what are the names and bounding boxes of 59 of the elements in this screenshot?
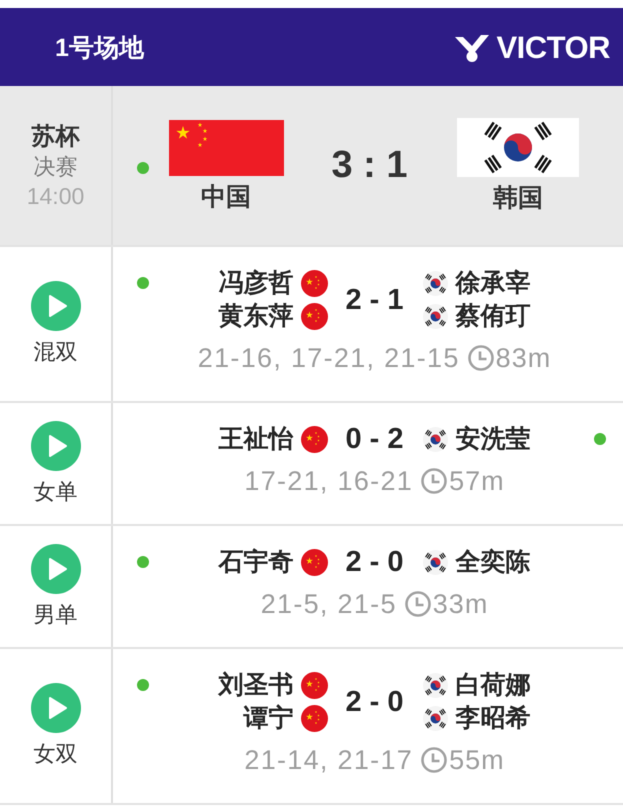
event-label: 男单: [34, 600, 78, 628]
event-label: 混双: [34, 338, 78, 366]
game-scores: 17-21, 16-21: [244, 466, 414, 496]
player-name: 黄东萍: [218, 301, 294, 332]
game-scores: 21-16, 17-21, 21-15: [198, 342, 460, 374]
match-duration: 57m: [449, 466, 505, 496]
team-name: 韩国: [493, 183, 543, 213]
match-score: 0 - 2: [345, 423, 404, 456]
play-icon[interactable]: [30, 544, 80, 594]
match-score: 2 - 0: [345, 546, 404, 579]
china-flag-icon: [300, 672, 328, 699]
play-icon[interactable]: [30, 420, 80, 470]
player-name: 王祉怡: [218, 424, 294, 455]
player-name: 冯彦哲: [218, 268, 294, 299]
clock-icon: [404, 591, 431, 617]
brand-name: VICTOR: [496, 32, 610, 62]
match-score: 2 - 0: [345, 686, 404, 718]
korea-flag-icon: [422, 304, 448, 329]
start-time: 14:00: [26, 182, 84, 210]
game-scores: 21-5, 21-5: [260, 588, 397, 620]
player-name: 安洗莹: [456, 424, 530, 455]
event-label: 女单: [34, 478, 78, 506]
china-flag-icon: [300, 705, 328, 732]
korea-flag-icon: [457, 118, 579, 177]
korea-flag-icon: [422, 673, 448, 698]
china-flag-icon: [300, 426, 328, 453]
event-label: 女双: [34, 740, 78, 768]
game-scores: 21-14, 21-17: [244, 744, 414, 776]
korea-flag-icon: [422, 427, 448, 452]
match-duration: 33m: [432, 588, 488, 620]
team-name: 中国: [201, 182, 251, 212]
korea-flag-icon: [422, 550, 448, 575]
tie-score: 3 : 1: [331, 144, 408, 187]
china-flag-icon: [300, 549, 328, 576]
player-name: 刘圣书: [218, 670, 294, 701]
match-score: 2 - 1: [345, 284, 404, 316]
match-duration: 83m: [496, 342, 552, 374]
player-name: 石宇奇: [218, 547, 294, 578]
player-name: 全奕陈: [456, 547, 530, 578]
logo-mark-icon: [454, 32, 490, 62]
stage-label: 决赛: [34, 152, 78, 180]
korea-flag-icon: [422, 706, 448, 731]
match-duration: 55m: [449, 744, 505, 776]
court-title: 1号场地: [55, 32, 144, 64]
china-flag-icon: [300, 270, 328, 297]
china-flag-icon: [300, 303, 328, 330]
player-name: 徐承宰: [456, 268, 530, 299]
clock-icon: [468, 345, 494, 371]
play-icon[interactable]: [30, 281, 80, 331]
play-icon[interactable]: [30, 683, 80, 733]
korea-flag-icon: [422, 271, 448, 296]
player-name: 李昭希: [456, 703, 530, 734]
china-flag-icon: [168, 120, 284, 176]
clock-icon: [421, 747, 448, 773]
player-name: 谭宁: [244, 703, 294, 734]
clock-icon: [421, 468, 448, 494]
player-name: 蔡侑玎: [456, 301, 530, 332]
player-name: 白荷娜: [456, 670, 530, 701]
cup-name: 苏杯: [32, 122, 80, 152]
